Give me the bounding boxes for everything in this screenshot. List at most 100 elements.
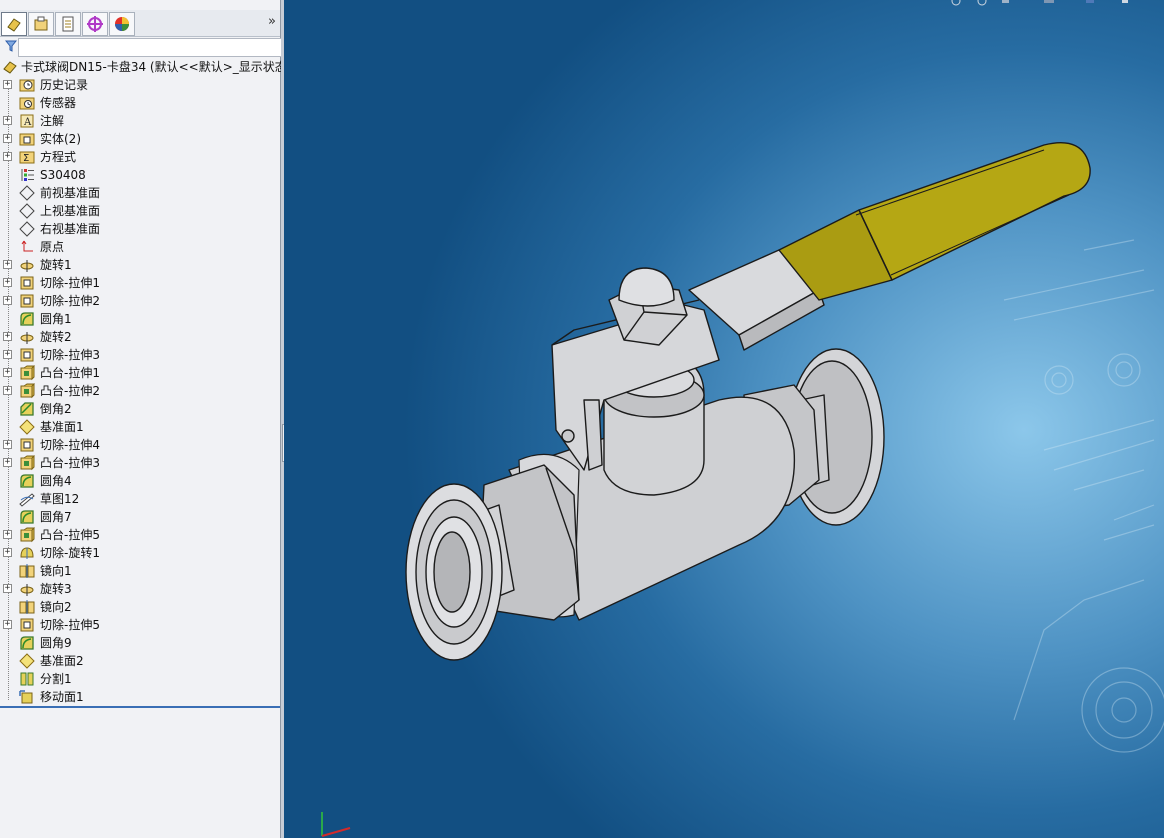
tree-item-label: 旋转2 — [40, 330, 72, 344]
expand-toggle-icon[interactable]: + — [3, 440, 12, 449]
tree-root-part[interactable]: 卡式球阀DN15-卡盘34 (默认<<默认>_显示状态 — [0, 58, 287, 76]
boss-extrude-icon — [20, 455, 35, 471]
tree-item-label: 圆角1 — [40, 312, 72, 326]
tree-item[interactable]: + 凸台-拉伸3 — [0, 454, 280, 472]
tree-item-label: 镜向1 — [40, 564, 72, 578]
tree-item[interactable]: 移动面1 — [0, 688, 280, 706]
tree-item[interactable]: + 切除-旋转1 — [0, 544, 280, 562]
expand-panel-button[interactable]: » — [268, 14, 276, 29]
expand-toggle-icon[interactable]: + — [3, 350, 12, 359]
fillet-icon — [20, 312, 34, 326]
viewport-canvas — [321, 0, 1164, 837]
ball-valve-3d-model[interactable] — [405, 141, 1091, 661]
solid-bodies-icon — [19, 133, 35, 146]
tree-item[interactable]: + 切除-拉伸3 — [0, 346, 280, 364]
svg-text:Σ: Σ — [23, 153, 29, 164]
tree-item[interactable]: 圆角7 — [0, 508, 280, 526]
tree-item[interactable]: + 切除-拉伸2 — [0, 292, 280, 310]
tree-item[interactable]: 基准面1 — [0, 418, 280, 436]
boss-extrude-icon — [20, 365, 35, 381]
expand-toggle-icon[interactable]: + — [3, 386, 12, 395]
expand-toggle-icon[interactable]: + — [3, 80, 12, 89]
filter-input[interactable] — [18, 38, 283, 57]
split-icon — [20, 672, 34, 686]
zoom-to-fit-icon[interactable] — [951, 0, 961, 6]
tree-root-label: 卡式球阀DN15-卡盘34 (默认<<默认>_显示状态 — [21, 60, 287, 74]
feature-manager-tab[interactable] — [1, 12, 27, 36]
sketch-icon — [19, 493, 35, 507]
configuration-icon — [62, 16, 74, 32]
zoom-area-icon[interactable] — [977, 0, 987, 6]
tree-item[interactable]: + 旋转3 — [0, 580, 280, 598]
tree-item-label: 方程式 — [40, 150, 77, 164]
tree-item[interactable]: S30408 — [0, 166, 280, 184]
tree-item[interactable]: + 旋转2 — [0, 328, 280, 346]
boss-extrude-icon — [20, 527, 35, 543]
expand-toggle-icon[interactable]: + — [3, 548, 12, 557]
property-icon — [34, 16, 48, 31]
tree-item[interactable]: + 凸台-拉伸5 — [0, 526, 280, 544]
section-view-icon[interactable] — [1044, 0, 1054, 3]
tree-item[interactable]: 原点 — [0, 238, 280, 256]
tree-item[interactable]: 圆角1 — [0, 310, 280, 328]
material-icon — [21, 169, 34, 181]
expand-toggle-icon[interactable]: + — [3, 296, 12, 305]
tree-item[interactable]: + Σ 方程式 — [0, 148, 280, 166]
cut-extrude-icon — [20, 618, 34, 632]
property-manager-tab[interactable] — [28, 12, 54, 36]
tree-item[interactable]: + 切除-拉伸4 — [0, 436, 280, 454]
feature-manager-panel: » 卡式球阀DN15-卡盘34 (默认<<默认>_显示状态 + 历史记录 传感器 + A… — [0, 0, 287, 838]
tree-item-label: 右视基准面 — [40, 222, 101, 236]
display-manager-tab[interactable] — [109, 12, 135, 36]
cut-extrude-icon — [20, 438, 34, 452]
tree-item[interactable]: 圆角9 — [0, 634, 280, 652]
expand-toggle-icon[interactable]: + — [3, 620, 12, 629]
tree-item-label: 切除-拉伸4 — [40, 438, 100, 452]
expand-toggle-icon[interactable]: + — [3, 368, 12, 377]
tree-item[interactable]: 圆角4 — [0, 472, 280, 490]
expand-toggle-icon[interactable]: + — [3, 332, 12, 341]
tree-item-label: 原点 — [40, 240, 65, 254]
origin-icon — [21, 240, 33, 252]
display-manager-icon — [115, 17, 129, 31]
dimxpert-tab[interactable] — [82, 12, 108, 36]
tree-item[interactable]: + 实体(2) — [0, 130, 280, 148]
tree-item-label: 切除-拉伸2 — [40, 294, 100, 308]
configuration-manager-tab[interactable] — [55, 12, 81, 36]
expand-toggle-icon[interactable]: + — [3, 278, 12, 287]
tree-item[interactable]: 右视基准面 — [0, 220, 280, 238]
expand-toggle-icon[interactable]: + — [3, 260, 12, 269]
expand-toggle-icon[interactable]: + — [3, 116, 12, 125]
tree-item[interactable]: + 凸台-拉伸2 — [0, 382, 280, 400]
history-folder-icon — [19, 79, 35, 92]
tree-item[interactable]: 上视基准面 — [0, 202, 280, 220]
tree-item[interactable]: + A 注解 — [0, 112, 280, 130]
filter-icon[interactable] — [5, 40, 17, 52]
tree-item[interactable]: + 切除-拉伸1 — [0, 274, 280, 292]
display-style-icon[interactable] — [1122, 0, 1128, 3]
expand-toggle-icon[interactable]: + — [3, 458, 12, 467]
tree-item[interactable]: + 切除-拉伸5 — [0, 616, 280, 634]
tree-item[interactable]: 分割1 — [0, 670, 280, 688]
tree-end-marker — [0, 706, 280, 708]
tree-item[interactable]: 传感器 — [0, 94, 280, 112]
view-orientation-icon[interactable] — [1086, 0, 1094, 3]
tree-item-label: 切除-拉伸1 — [40, 276, 100, 290]
tree-item[interactable]: 基准面2 — [0, 652, 280, 670]
expand-toggle-icon[interactable]: + — [3, 152, 12, 161]
expand-toggle-icon[interactable]: + — [3, 134, 12, 143]
tree-item-label: 切除-拉伸3 — [40, 348, 100, 362]
previous-view-icon[interactable] — [1002, 0, 1009, 3]
tree-item[interactable]: + 历史记录 — [0, 76, 280, 94]
graphics-viewport[interactable] — [284, 0, 1164, 838]
tree-item[interactable]: 镜向1 — [0, 562, 280, 580]
tree-item-label: 凸台-拉伸5 — [40, 528, 100, 542]
tree-item[interactable]: 镜向2 — [0, 598, 280, 616]
expand-toggle-icon[interactable]: + — [3, 530, 12, 539]
tree-item[interactable]: + 旋转1 — [0, 256, 280, 274]
tree-item[interactable]: 前视基准面 — [0, 184, 280, 202]
tree-item[interactable]: 草图12 — [0, 490, 280, 508]
expand-toggle-icon[interactable]: + — [3, 584, 12, 593]
tree-item[interactable]: 倒角2 — [0, 400, 280, 418]
tree-item[interactable]: + 凸台-拉伸1 — [0, 364, 280, 382]
